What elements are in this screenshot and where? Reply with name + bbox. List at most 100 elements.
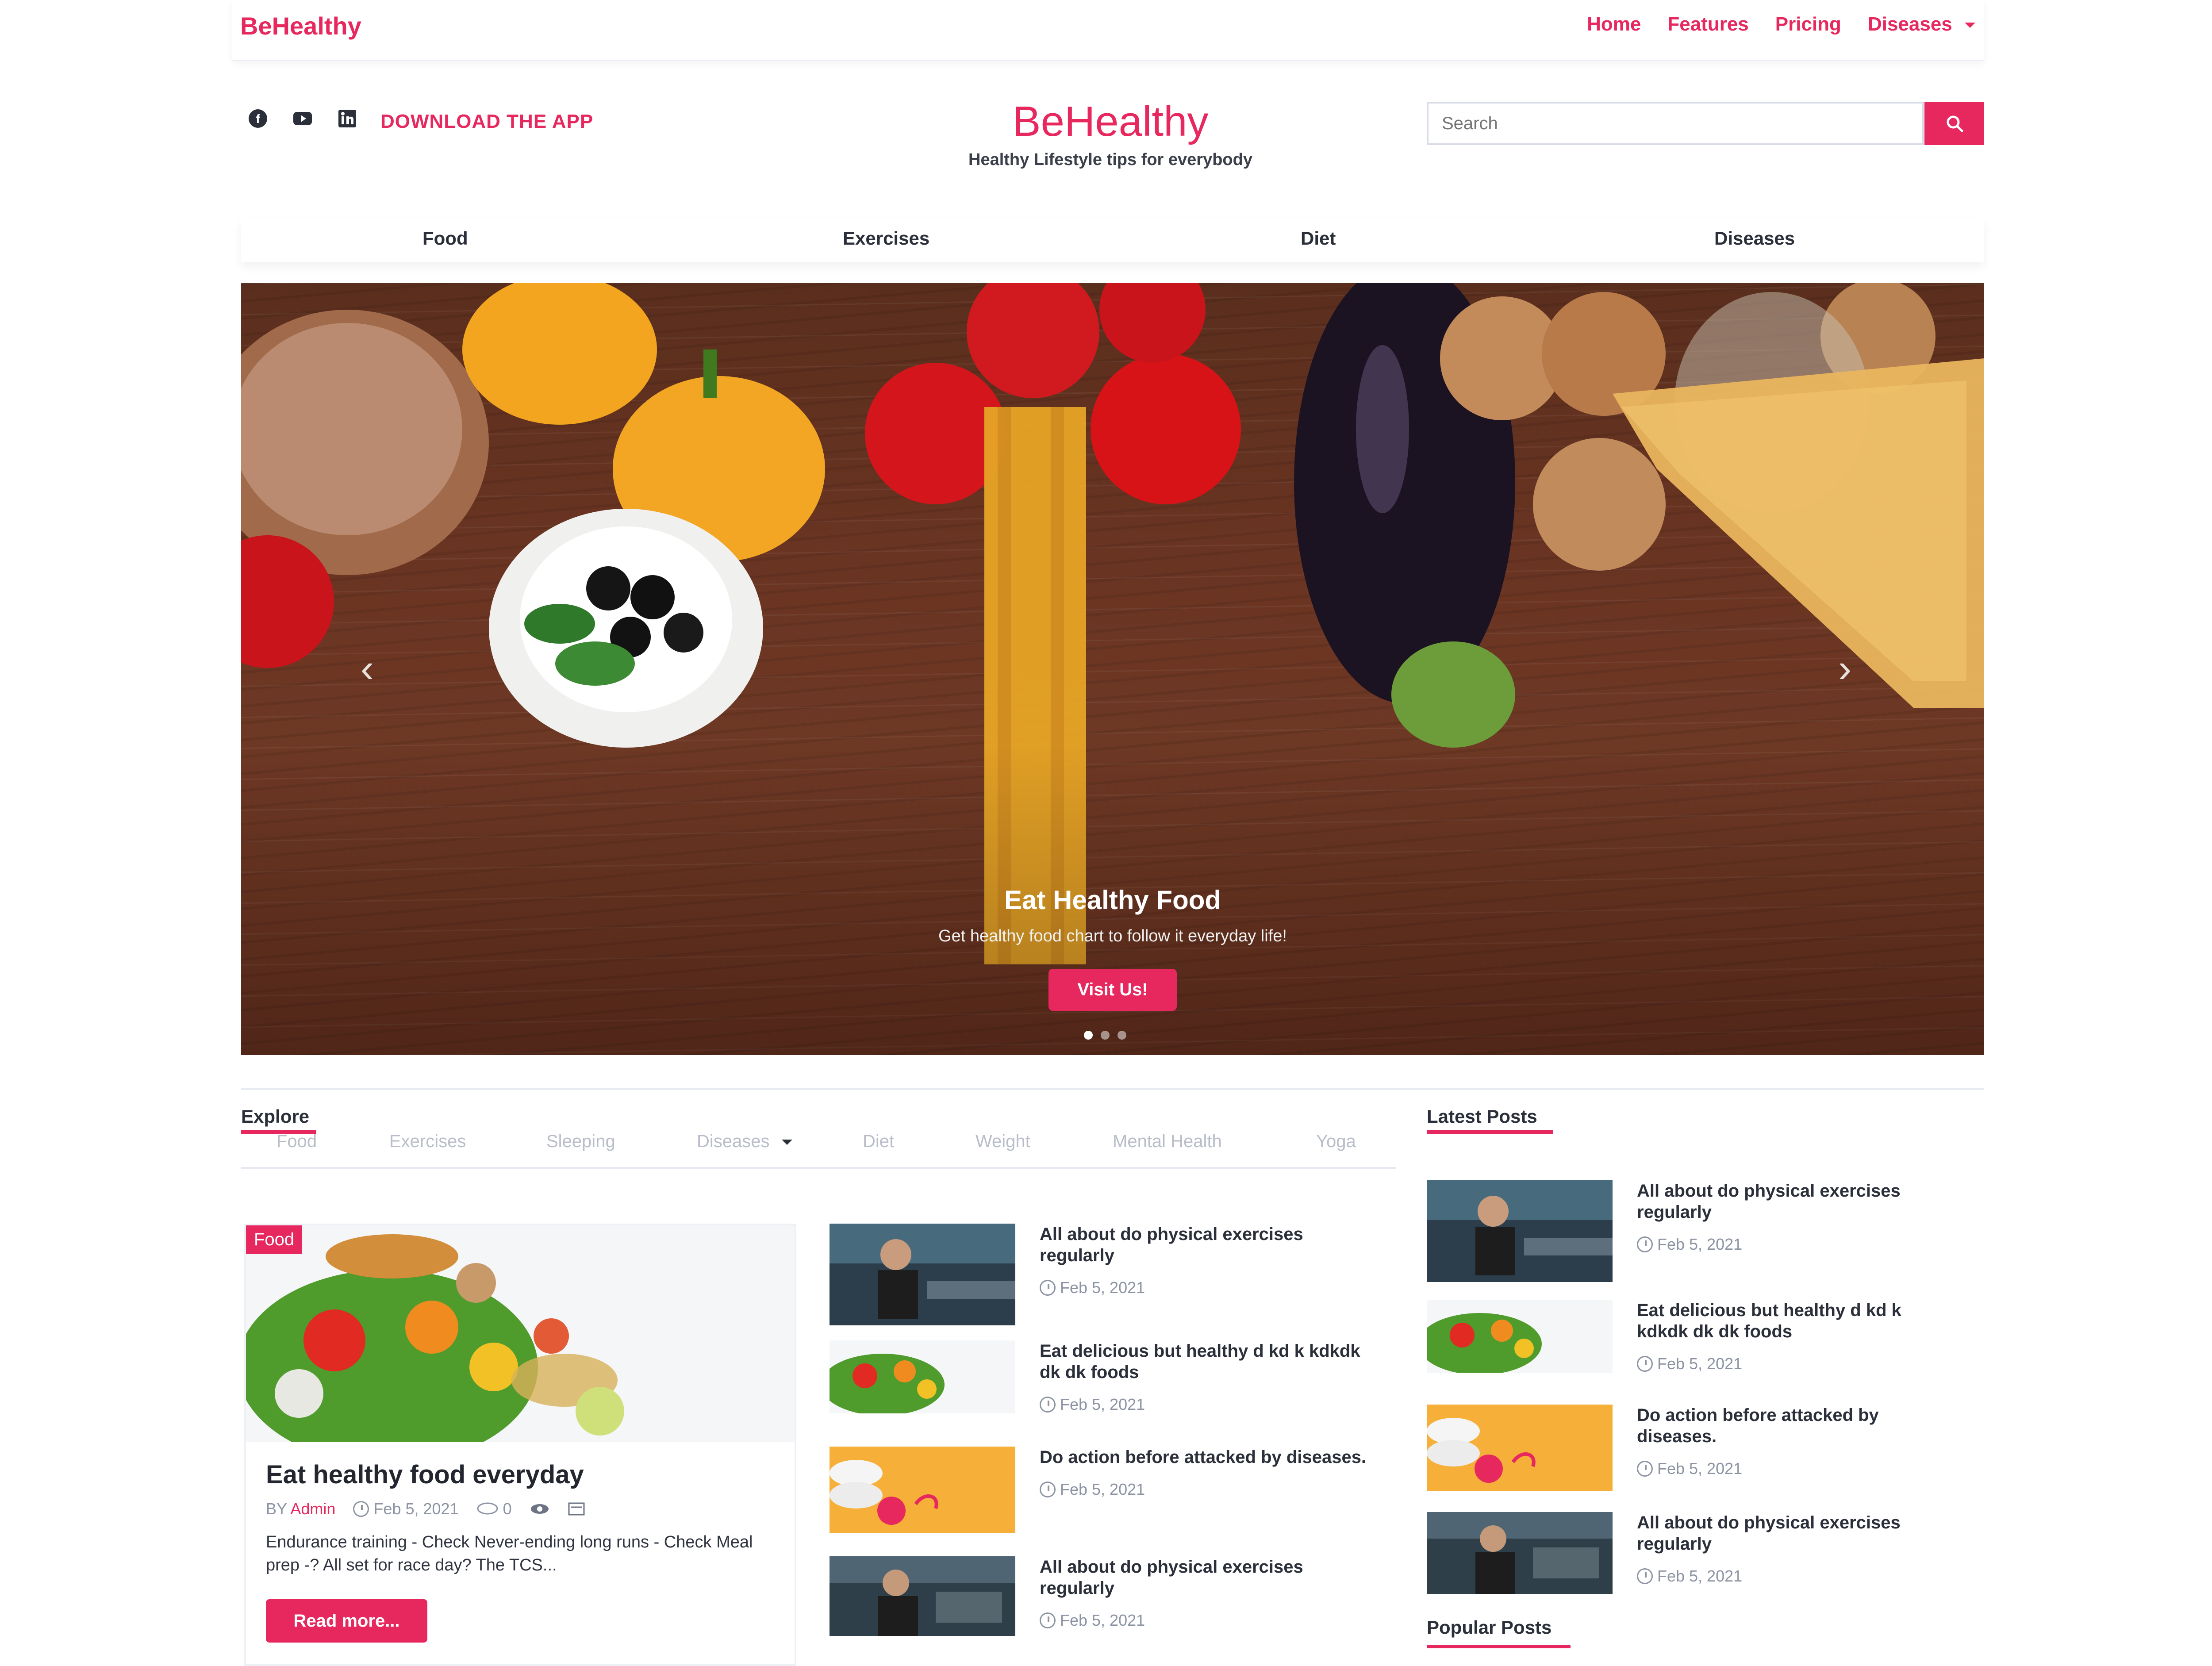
hero-subtitle: Get healthy food chart to follow it ever… (938, 927, 1287, 945)
linkedin-icon[interactable] (337, 108, 357, 129)
carousel-prev-button[interactable]: ‹ (361, 646, 374, 691)
carousel-dot-2[interactable] (1101, 1031, 1110, 1040)
featured-post-image: Food (246, 1225, 795, 1442)
site-tagline: Healthy Lifestyle tips for everybody (968, 150, 1252, 169)
author-link[interactable]: Admin (290, 1500, 335, 1518)
category-diet[interactable]: Diet (1301, 228, 1336, 249)
share-icon[interactable] (568, 1501, 585, 1517)
list-item[interactable]: All about do physical exercises regularl… (1427, 1180, 1955, 1282)
clock-icon (1040, 1280, 1056, 1296)
post-info: All about do physical exercises regularl… (1637, 1512, 1955, 1594)
explore-tab-diet[interactable]: Diet (863, 1132, 894, 1152)
category-food[interactable]: Food (422, 228, 468, 249)
author-meta: BY Admin (266, 1500, 335, 1518)
clock-icon (1637, 1568, 1653, 1584)
post-thumbnail (1427, 1512, 1613, 1594)
post-date: Feb 5, 2021 (353, 1500, 459, 1518)
post-thumbnail (1427, 1405, 1613, 1491)
nav-features[interactable]: Features (1667, 13, 1748, 35)
latest-posts-title: Latest Posts (1427, 1106, 1537, 1127)
facebook-icon[interactable]: f (248, 108, 268, 129)
post-date: Feb 5, 2021 (1040, 1611, 1367, 1630)
explore-tab-weight[interactable]: Weight (975, 1132, 1030, 1152)
featured-post-title[interactable]: Eat healthy food everyday (266, 1460, 584, 1489)
post-title[interactable]: All about do physical exercises regularl… (1637, 1180, 1955, 1223)
featured-post-card[interactable]: Food Eat healthy food everyday BY Admin … (244, 1224, 796, 1666)
navbar-brand[interactable]: BeHealthy (240, 12, 361, 40)
post-info: Do action before attacked by diseases. F… (1040, 1447, 1367, 1533)
comment-icon (477, 1502, 498, 1515)
svg-text:f: f (256, 112, 260, 126)
comments-count[interactable]: 0 (476, 1500, 512, 1518)
post-date-text: Feb 5, 2021 (1657, 1235, 1743, 1253)
category-badge[interactable]: Food (246, 1225, 303, 1254)
author-prefix: BY (266, 1500, 287, 1518)
post-title[interactable]: All about do physical exercises regularl… (1637, 1512, 1955, 1555)
download-app-link[interactable]: DOWNLOAD THE APP (380, 111, 593, 133)
page: BeHealthy Home Features Pricing Diseases… (0, 0, 2212, 1666)
post-info: All about do physical exercises regularl… (1637, 1180, 1955, 1282)
popular-posts-underline (1427, 1645, 1571, 1648)
post-date-text: Feb 5, 2021 (1657, 1567, 1743, 1585)
explore-tabs: Food Exercises Sleeping Diseases Diet We… (241, 1132, 1396, 1167)
post-date-text: Feb 5, 2021 (373, 1500, 459, 1518)
nav-home[interactable]: Home (1587, 13, 1641, 35)
post-title[interactable]: Eat delicious but healthy d kd k kdkdk d… (1040, 1340, 1367, 1383)
chevron-down-icon (1965, 23, 1975, 28)
list-item[interactable]: Do action before attacked by diseases. F… (830, 1447, 1367, 1533)
post-date: Feb 5, 2021 (1637, 1235, 1955, 1254)
post-thumbnail (830, 1556, 1015, 1636)
list-item[interactable]: Eat delicious but healthy d kd k kdkdk d… (830, 1340, 1367, 1414)
explore-tab-mental-health[interactable]: Mental Health (1113, 1132, 1222, 1152)
top-navbar: BeHealthy Home Features Pricing Diseases (232, 0, 1984, 61)
post-date-text: Feb 5, 2021 (1060, 1480, 1145, 1498)
post-date: Feb 5, 2021 (1637, 1355, 1955, 1373)
post-date-text: Feb 5, 2021 (1060, 1395, 1145, 1413)
post-info: Do action before attacked by diseases. F… (1637, 1405, 1955, 1491)
explore-tab-sleeping[interactable]: Sleeping (546, 1132, 615, 1152)
read-more-button[interactable]: Read more... (266, 1599, 427, 1643)
category-exercises[interactable]: Exercises (843, 228, 929, 249)
post-title[interactable]: Do action before attacked by diseases. (1040, 1447, 1367, 1468)
search-button[interactable] (1924, 102, 1984, 145)
clock-icon (1637, 1356, 1653, 1372)
explore-tab-exercises[interactable]: Exercises (389, 1132, 466, 1152)
post-title[interactable]: All about do physical exercises regularl… (1040, 1556, 1367, 1599)
featured-post-meta: BY Admin Feb 5, 2021 0 (266, 1500, 585, 1518)
category-diseases[interactable]: Diseases (1714, 228, 1795, 249)
nav-diseases-dropdown[interactable]: Diseases (1868, 13, 1975, 35)
search-input[interactable] (1429, 104, 1922, 143)
post-thumbnail (830, 1340, 1015, 1413)
post-date: Feb 5, 2021 (1040, 1480, 1367, 1499)
post-date-text: Feb 5, 2021 (1060, 1278, 1145, 1297)
list-item[interactable]: Eat delicious but healthy d kd k kdkdk d… (1427, 1300, 1955, 1373)
explore-tab-diseases[interactable]: Diseases (697, 1132, 792, 1152)
clock-icon (353, 1501, 369, 1517)
post-date-text: Feb 5, 2021 (1657, 1355, 1743, 1373)
post-title[interactable]: Do action before attacked by diseases. (1637, 1405, 1955, 1447)
post-date-text: Feb 5, 2021 (1060, 1611, 1145, 1629)
list-item[interactable]: All about do physical exercises regularl… (1427, 1512, 1955, 1594)
post-date: Feb 5, 2021 (1637, 1459, 1955, 1478)
latest-posts-underline (1427, 1130, 1553, 1134)
site-title[interactable]: BeHealthy (911, 97, 1310, 146)
post-date: Feb 5, 2021 (1040, 1278, 1367, 1297)
carousel-dot-1[interactable] (1084, 1031, 1093, 1040)
post-info: All about do physical exercises regularl… (1040, 1224, 1367, 1325)
list-item[interactable]: Do action before attacked by diseases. F… (1427, 1405, 1955, 1491)
list-item[interactable]: All about do physical exercises regularl… (830, 1224, 1367, 1325)
carousel-next-button[interactable]: › (1838, 646, 1851, 691)
top-nav: Home Features Pricing Diseases (1587, 13, 1975, 35)
post-title[interactable]: Eat delicious but healthy d kd k kdkdk d… (1637, 1300, 1955, 1342)
youtube-icon[interactable] (292, 108, 313, 129)
category-bar: Food Exercises Diet Diseases (241, 219, 1984, 262)
post-date-text: Feb 5, 2021 (1657, 1459, 1743, 1478)
list-item[interactable]: All about do physical exercises regularl… (830, 1556, 1367, 1636)
nav-pricing[interactable]: Pricing (1775, 13, 1841, 35)
explore-tab-food[interactable]: Food (276, 1132, 317, 1152)
post-info: Eat delicious but healthy d kd k kdkdk d… (1637, 1300, 1955, 1373)
visit-us-button[interactable]: Visit Us! (1048, 969, 1177, 1011)
carousel-dot-3[interactable] (1118, 1031, 1126, 1040)
post-title[interactable]: All about do physical exercises regularl… (1040, 1224, 1367, 1266)
explore-tab-yoga[interactable]: Yoga (1316, 1132, 1356, 1152)
